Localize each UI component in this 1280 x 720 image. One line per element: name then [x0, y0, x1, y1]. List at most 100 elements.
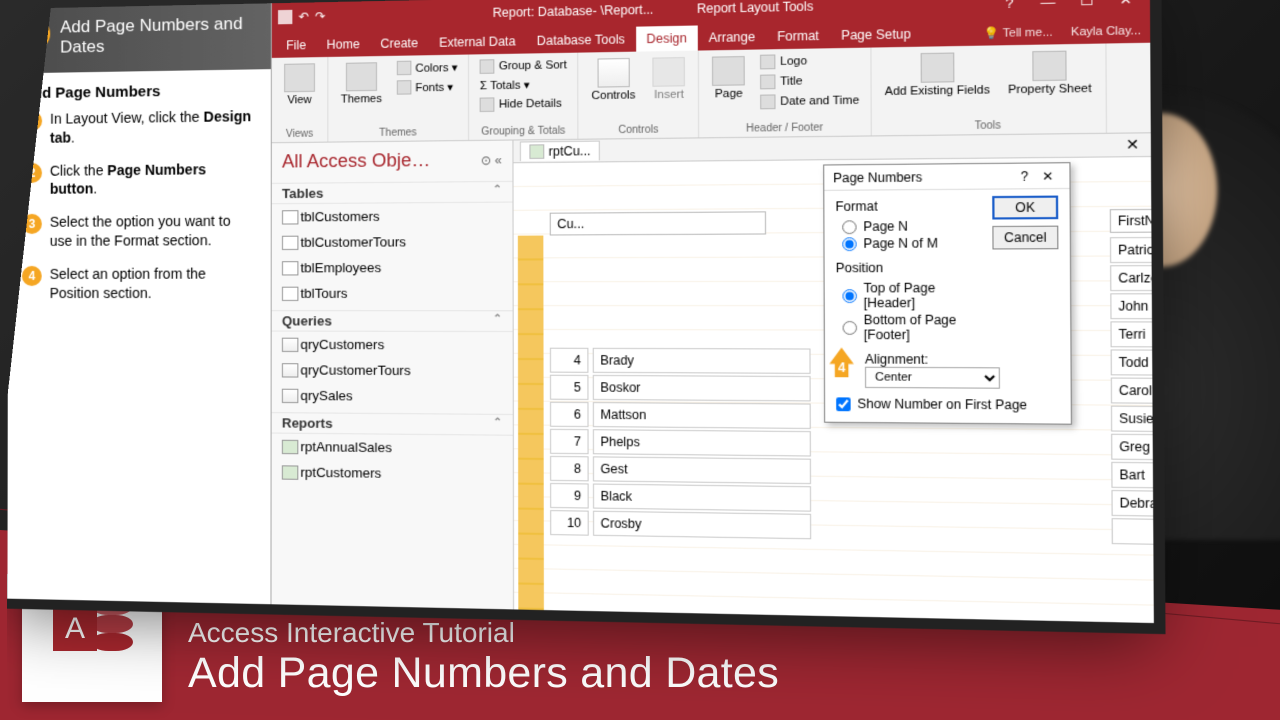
column-header-firstname[interactable]: FirstName — [1110, 208, 1154, 233]
cell-lastname[interactable]: Black — [593, 484, 811, 512]
nav-group-reports[interactable]: Reports⌃ — [272, 412, 513, 436]
ribbon-tab-file[interactable]: File — [276, 33, 316, 58]
ribbon-tab-format[interactable]: Format — [766, 23, 830, 49]
cell-lastname[interactable]: Crosby — [593, 511, 811, 540]
row-number[interactable]: 8 — [550, 456, 589, 481]
cell-firstname[interactable]: Greg — [1111, 434, 1154, 462]
radio-bottom-of-page[interactable]: Bottom of Page [Footer] — [836, 311, 982, 343]
close-tab-button[interactable]: ✕ — [1114, 135, 1151, 154]
show-first-page-checkbox[interactable]: Show Number on First Page — [836, 396, 1059, 412]
row-number[interactable]: 7 — [550, 429, 589, 454]
tutorial-title: Add Page Numbers and Dates — [60, 14, 243, 57]
cell-firstname[interactable]: Bart — [1111, 462, 1154, 491]
alignment-dropdown[interactable]: Center — [865, 367, 1000, 389]
report-design-grid[interactable]: Cu... FirstName PatriciaCarlzellJohnTerr… — [514, 157, 1154, 623]
logo-button[interactable]: Logo — [758, 52, 861, 71]
cell-firstname[interactable] — [1112, 518, 1154, 548]
cell-lastname[interactable]: Phelps — [593, 429, 811, 456]
dialog-help-button[interactable]: ? — [1014, 168, 1035, 183]
nav-item[interactable]: qryCustomerTours — [272, 357, 513, 384]
controls-button[interactable]: Controls — [587, 56, 640, 105]
insert-icon — [653, 57, 686, 87]
row-number[interactable]: 9 — [550, 483, 589, 509]
row-number[interactable]: 6 — [550, 402, 589, 427]
ribbon-tab-page-setup[interactable]: Page Setup — [830, 21, 922, 48]
step-text: Select the option you want to use in the… — [50, 212, 257, 251]
group-tools: Tools — [881, 117, 1097, 133]
nav-item[interactable]: tblTours — [272, 280, 513, 306]
help-button[interactable]: ? — [992, 0, 1026, 15]
cell-firstname[interactable]: Debra — [1111, 490, 1153, 519]
cell-lastname[interactable]: Gest — [593, 456, 811, 484]
themes-button[interactable]: Themes — [337, 60, 387, 108]
ribbon-tab-arrange[interactable]: Arrange — [698, 24, 766, 50]
colors-button[interactable]: Colors ▾ — [394, 59, 459, 76]
cell-firstname[interactable]: Susie — [1111, 406, 1154, 434]
close-button[interactable]: ✕ — [1108, 0, 1143, 12]
ribbon-tab-home[interactable]: Home — [316, 32, 370, 57]
nav-item[interactable]: rptAnnualSales — [272, 434, 513, 462]
layout-selector[interactable] — [518, 236, 544, 611]
title-button[interactable]: Title — [758, 72, 861, 90]
nav-collapse-icon[interactable]: ⊙ « — [481, 153, 502, 168]
nav-group-tables[interactable]: Tables⌃ — [272, 181, 513, 204]
page-numbers-button[interactable]: Page — [708, 54, 750, 103]
maximize-button[interactable]: ☐ — [1070, 0, 1104, 13]
property-sheet-icon — [1032, 51, 1066, 82]
report-tab[interactable]: rptCu... — [520, 141, 600, 162]
cell-firstname[interactable]: Carlzell — [1110, 265, 1154, 291]
nav-item[interactable]: tblCustomers — [272, 203, 513, 230]
redo-icon[interactable]: ↷ — [315, 9, 325, 23]
cell-firstname[interactable]: Carolyn — [1111, 378, 1154, 405]
cell-lastname[interactable]: Boskor — [593, 375, 811, 401]
cell-lastname[interactable]: Mattson — [593, 402, 811, 429]
totals-button[interactable]: Σ Totals ▾ — [478, 77, 569, 94]
hide-details-icon — [480, 97, 495, 112]
nav-item[interactable]: rptCustomers — [272, 459, 513, 488]
cell-firstname[interactable]: Todd — [1111, 349, 1154, 376]
date-time-button[interactable]: Date and Time — [758, 92, 861, 110]
column-header-lastname[interactable]: Cu... — [550, 211, 766, 235]
chevron-up-icon: ⌃ — [493, 417, 502, 433]
ribbon-tab-database-tools[interactable]: Database Tools — [526, 27, 636, 54]
dialog-close-button[interactable]: ✕ — [1035, 168, 1060, 183]
ribbon-tab-external-data[interactable]: External Data — [429, 29, 527, 55]
minimize-button[interactable]: — — [1031, 0, 1065, 14]
property-sheet-button[interactable]: Property Sheet — [1003, 48, 1096, 99]
nav-title: All Access Obje… — [282, 150, 430, 173]
row-number[interactable]: 10 — [550, 510, 589, 536]
cell-firstname[interactable]: Terri — [1110, 321, 1153, 348]
tutorial-header: G Add Page Numbers and Dates — [9, 3, 271, 73]
row-number[interactable]: 5 — [550, 375, 589, 400]
nav-item[interactable]: qryCustomers — [272, 332, 513, 358]
tell-me[interactable]: 💡 Tell me... — [975, 25, 1062, 46]
group-sort-button[interactable]: Group & Sort — [478, 57, 569, 75]
cell-lastname[interactable]: Brady — [593, 348, 811, 374]
radio-page-n[interactable]: Page N — [836, 217, 982, 235]
nav-group-queries[interactable]: Queries⌃ — [272, 310, 513, 332]
nav-item[interactable]: tblEmployees — [272, 254, 513, 280]
cell-firstname[interactable]: Patricia — [1110, 236, 1154, 263]
ok-button[interactable]: OK — [992, 196, 1058, 220]
save-icon[interactable] — [278, 10, 292, 25]
radio-top-of-page[interactable]: Top of Page [Header] — [836, 279, 982, 311]
fonts-button[interactable]: Fonts ▾ — [394, 78, 459, 95]
cancel-button[interactable]: Cancel — [992, 226, 1058, 250]
nav-item[interactable]: tblCustomerTours — [272, 228, 513, 255]
group-views: Views — [280, 126, 319, 140]
signin[interactable]: Kayla Clay... — [1062, 24, 1150, 44]
ribbon-tab-create[interactable]: Create — [370, 31, 428, 57]
view-button[interactable]: View — [280, 61, 319, 108]
radio-page-n-of-m[interactable]: Page N of M — [836, 235, 982, 253]
step-text: Select an option from the Position secti… — [50, 264, 257, 302]
add-existing-fields-button[interactable]: Add Existing Fields — [880, 50, 994, 101]
ribbon-tab-design[interactable]: Design — [636, 25, 698, 51]
hide-details-button[interactable]: Hide Details — [478, 95, 569, 113]
navigation-pane[interactable]: All Access Obje… ⊙ « Tables⌃tblCustomers… — [271, 141, 514, 610]
cell-firstname[interactable]: John — [1110, 293, 1154, 319]
step-number: 3 — [22, 214, 42, 234]
chevron-up-icon: ⌃ — [493, 313, 502, 329]
nav-item[interactable]: qrySales — [272, 383, 513, 410]
row-number[interactable]: 4 — [550, 348, 589, 373]
undo-icon[interactable]: ↶ — [299, 9, 309, 23]
